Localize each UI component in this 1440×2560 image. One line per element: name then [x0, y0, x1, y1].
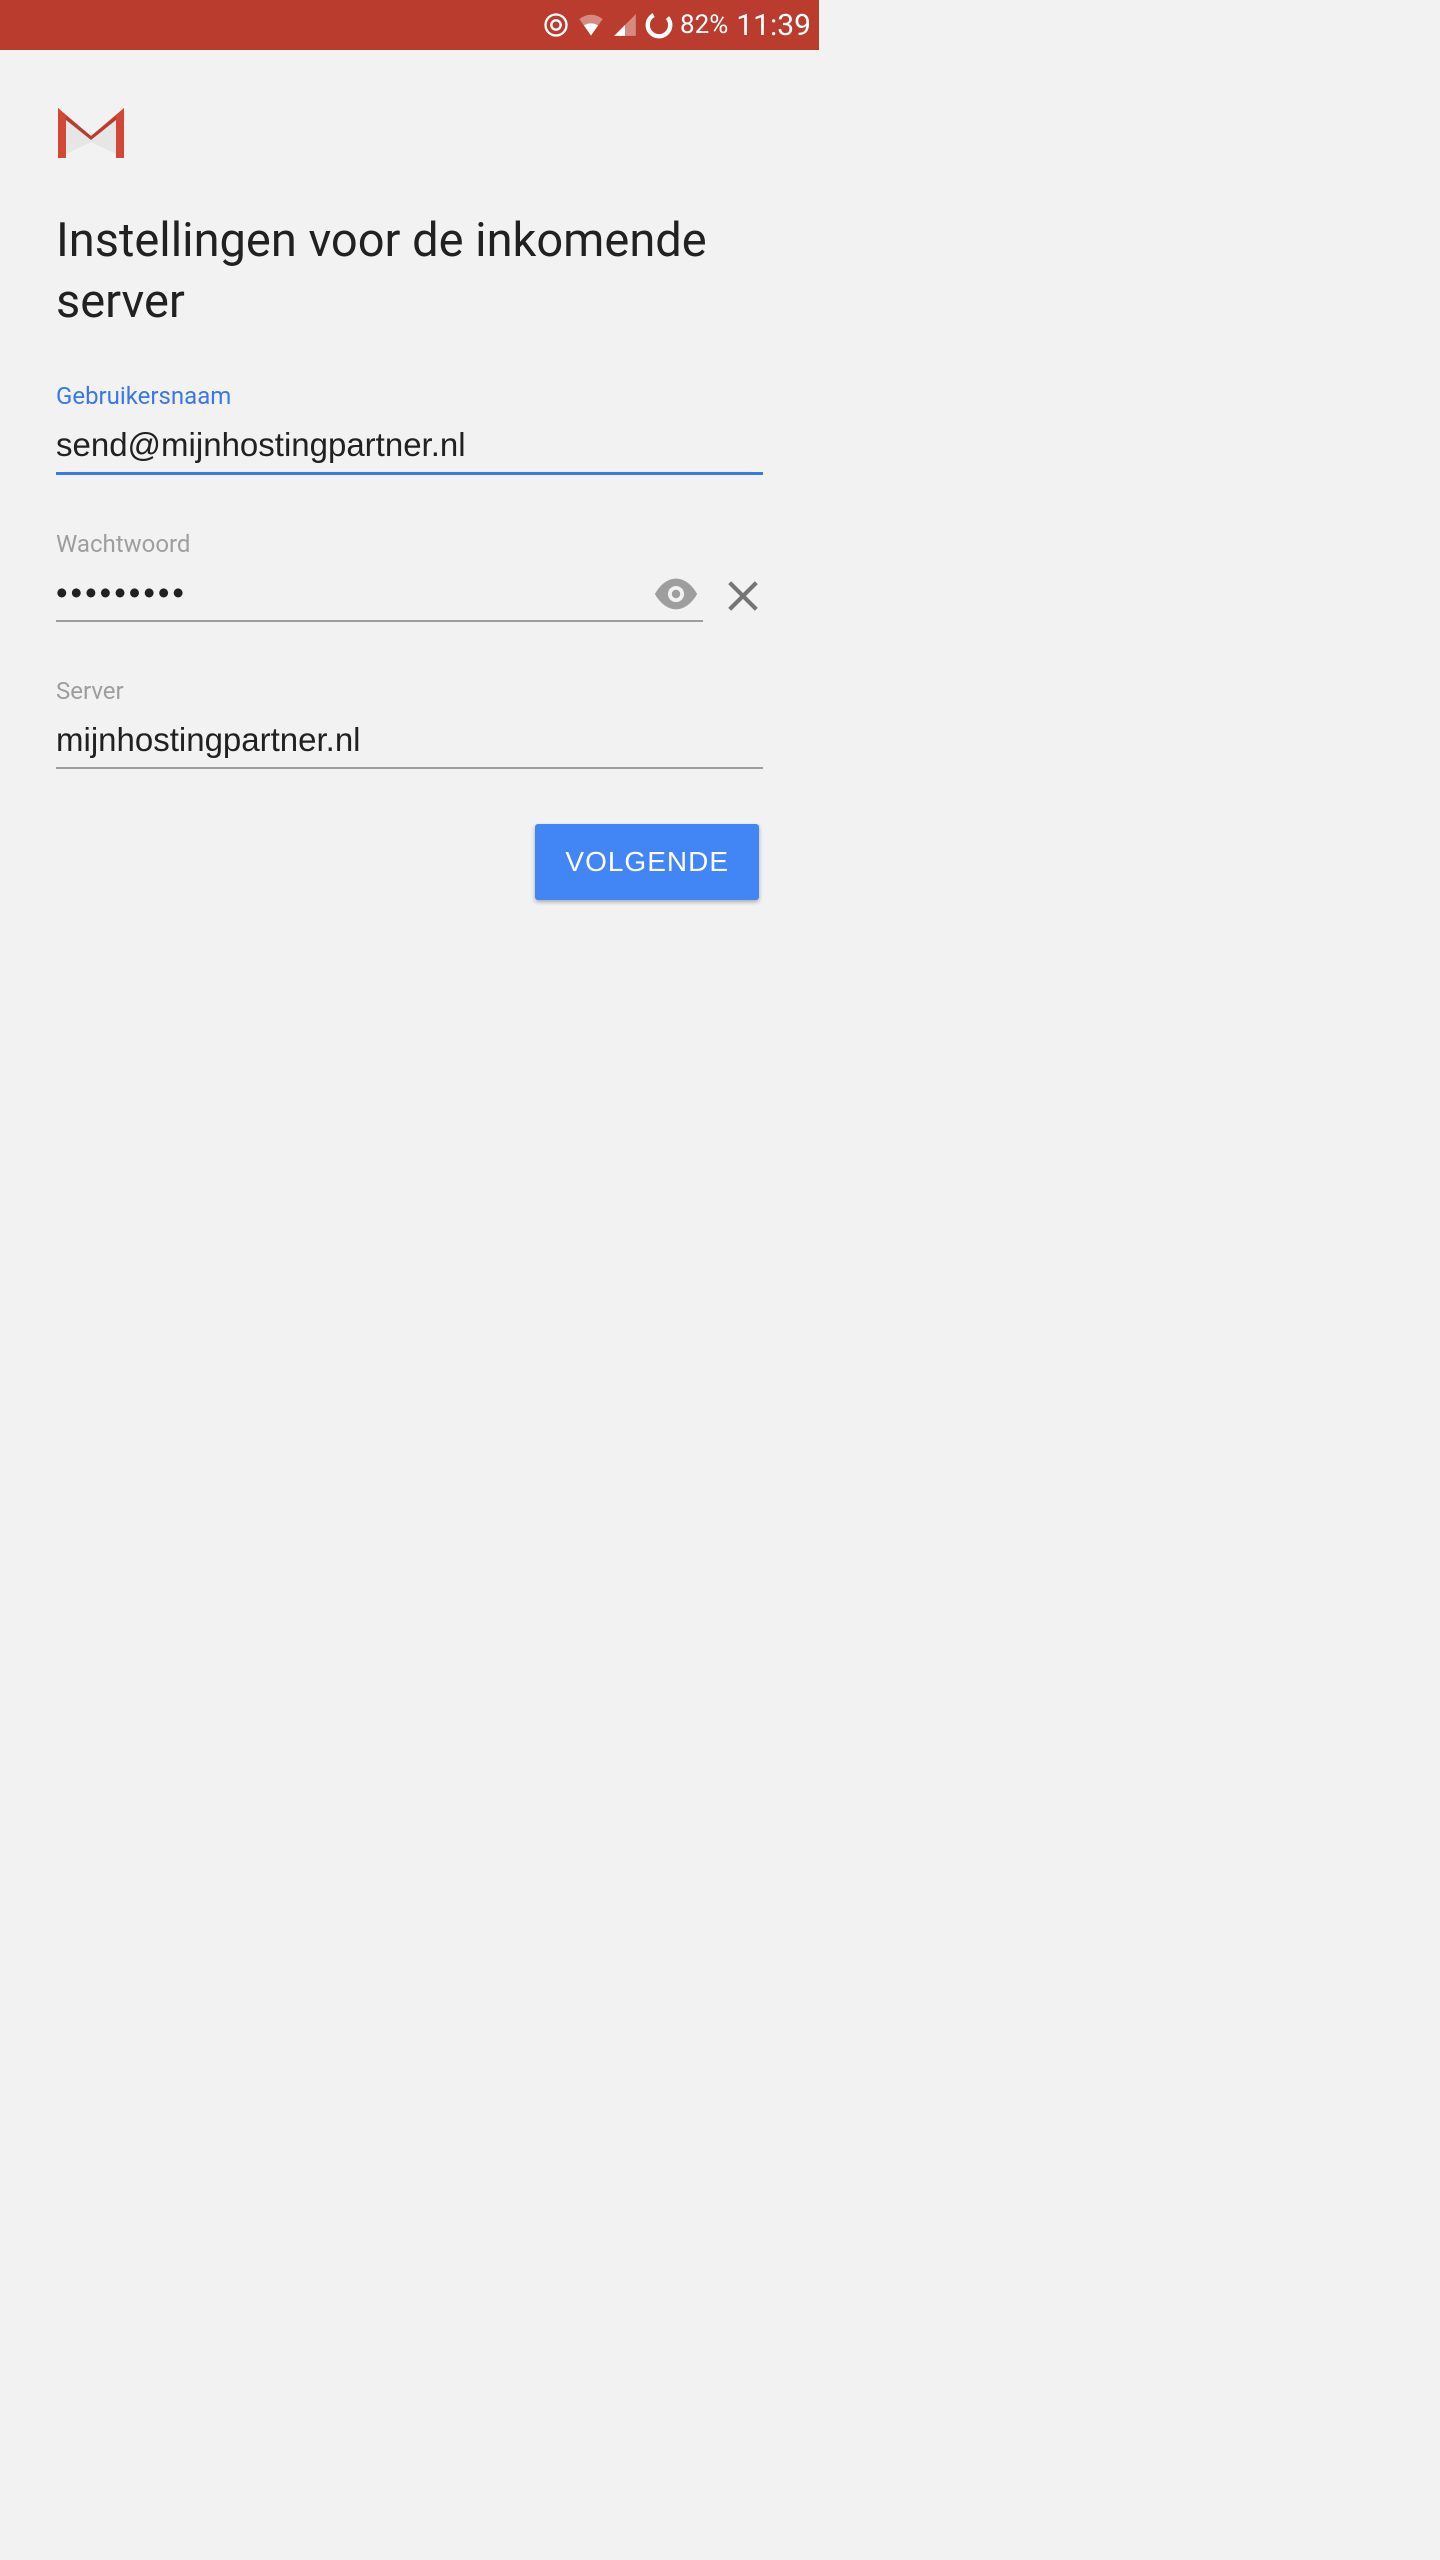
content: Instellingen voor de inkomende server Ge… [0, 50, 819, 900]
status-time: 11:39 [736, 8, 811, 43]
server-field: Server [56, 677, 763, 769]
battery-percentage: 82% [680, 10, 728, 40]
server-label: Server [56, 677, 763, 705]
clear-password-icon[interactable] [723, 576, 763, 620]
username-field: Gebruikersnaam [56, 382, 763, 475]
page-title: Instellingen voor de inkomende server [56, 210, 763, 332]
show-password-icon[interactable] [653, 578, 699, 614]
dnd-icon [542, 11, 570, 39]
loading-icon [644, 10, 674, 40]
server-input[interactable] [56, 715, 763, 769]
gmail-logo-icon [56, 106, 126, 160]
username-input[interactable] [56, 420, 763, 475]
next-button[interactable]: VOLGENDE [535, 824, 759, 900]
username-label: Gebruikersnaam [56, 382, 763, 410]
password-input[interactable] [56, 568, 703, 622]
wifi-icon [576, 11, 606, 39]
cell-signal-icon [612, 11, 638, 39]
status-bar: 82% 11:39 [0, 0, 819, 50]
password-label: Wachtwoord [56, 530, 763, 558]
password-field: Wachtwoord [56, 530, 763, 622]
